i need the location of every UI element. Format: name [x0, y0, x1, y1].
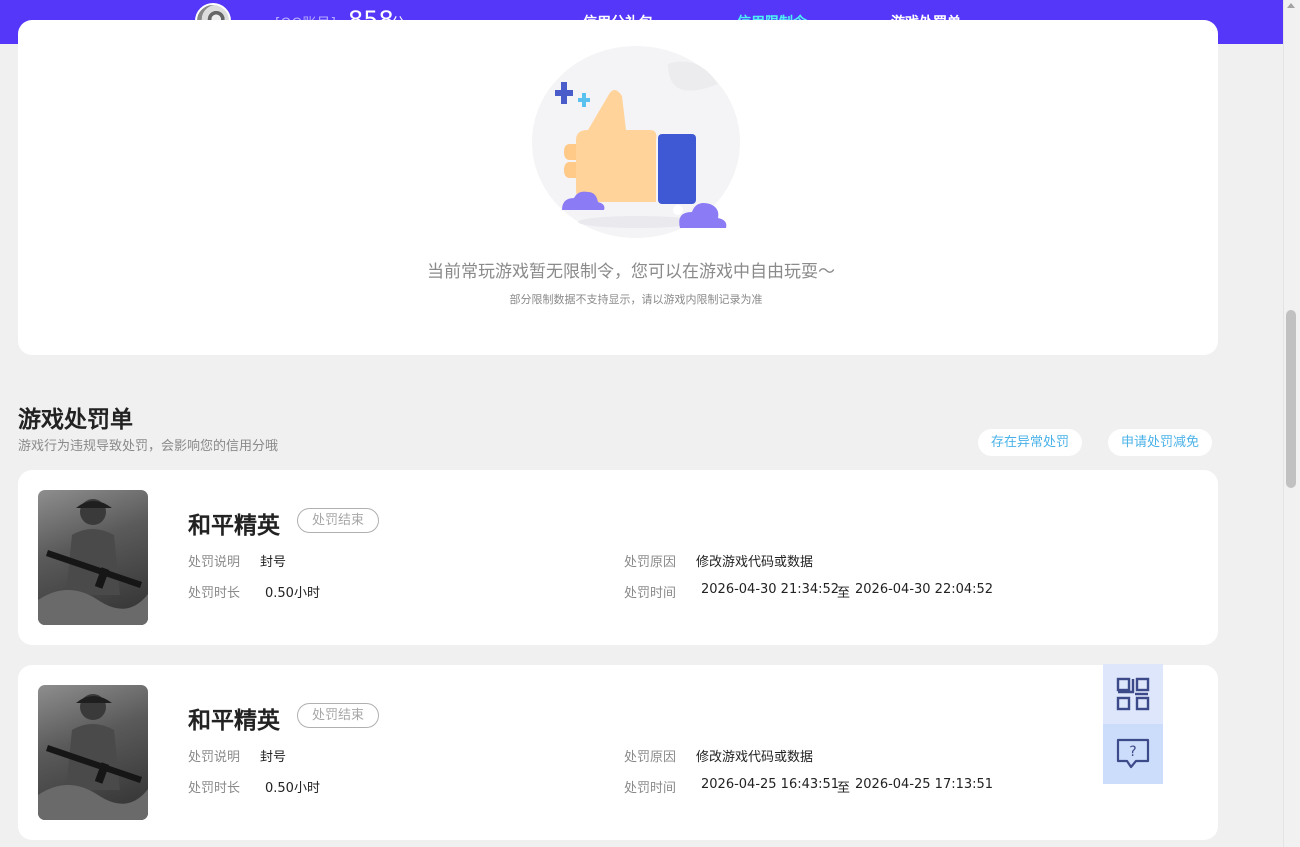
apply-reduction-button[interactable]: 申请处罚减免 — [1108, 429, 1213, 456]
game-cover-image — [38, 685, 148, 820]
time-end: 2026-04-30 22:04:52 — [855, 582, 994, 597]
desc-value: 封号 — [260, 555, 287, 570]
time-label: 处罚时间 — [624, 781, 677, 796]
soldier-figure-icon — [38, 694, 148, 820]
time-separator: 至 — [837, 781, 851, 796]
soldier-figure-icon — [38, 499, 148, 625]
help-icon: ? — [1116, 738, 1150, 769]
desc-label: 处罚说明 — [188, 555, 241, 570]
duration-label: 处罚时长 — [188, 586, 241, 601]
time-start: 2026-04-25 16:43:51 — [701, 777, 840, 792]
section-subtitle: 游戏行为违规导致处罚，会影响您的信用分哦 — [18, 439, 279, 454]
game-name: 和平精英 — [188, 708, 280, 734]
scrollbar-thumb[interactable] — [1286, 310, 1296, 488]
qr-code-icon — [1116, 677, 1150, 711]
time-label: 处罚时间 — [624, 586, 677, 601]
reason-value: 修改游戏代码或数据 — [696, 555, 814, 570]
help-button[interactable]: ? — [1103, 724, 1163, 784]
game-cover-image — [38, 490, 148, 625]
reason-value: 修改游戏代码或数据 — [696, 750, 814, 765]
floating-toolbar: ? — [1103, 664, 1163, 784]
status-badge: 处罚结束 — [297, 703, 380, 728]
penalty-card: 和平精英 处罚结束 处罚说明 封号 处罚时长 0.50小时 处罚原因 修改游戏代… — [18, 665, 1218, 840]
empty-title: 当前常玩游戏暂无限制令，您可以在游戏中自由玩耍～ — [427, 262, 835, 282]
svg-text:?: ? — [1129, 744, 1136, 760]
qr-code-button[interactable] — [1103, 664, 1163, 724]
duration-value: 0.50小时 — [265, 781, 320, 796]
desc-value: 封号 — [260, 750, 287, 765]
section-title: 游戏处罚单 — [18, 407, 133, 433]
thumbs-up-icon — [532, 46, 740, 238]
desc-label: 处罚说明 — [188, 750, 241, 765]
duration-label: 处罚时长 — [188, 781, 241, 796]
restriction-empty-card: 当前常玩游戏暂无限制令，您可以在游戏中自由玩耍～ 部分限制数据不支持显示，请以游… — [18, 20, 1218, 355]
game-name: 和平精英 — [188, 513, 280, 539]
reason-label: 处罚原因 — [624, 750, 677, 765]
time-start: 2026-04-30 21:34:52 — [701, 582, 840, 597]
scroll-up-arrow-icon[interactable] — [1287, 3, 1295, 8]
time-separator: 至 — [837, 586, 851, 601]
duration-value: 0.50小时 — [265, 586, 320, 601]
status-badge: 处罚结束 — [297, 508, 380, 533]
time-end: 2026-04-25 17:13:51 — [855, 777, 994, 792]
abnormal-penalty-button[interactable]: 存在异常处罚 — [978, 429, 1083, 456]
penalty-card: 和平精英 处罚结束 处罚说明 封号 处罚时长 0.50小时 处罚原因 修改游戏代… — [18, 470, 1218, 645]
empty-subtitle: 部分限制数据不支持显示，请以游戏内限制记录为准 — [509, 293, 763, 306]
reason-label: 处罚原因 — [624, 555, 677, 570]
